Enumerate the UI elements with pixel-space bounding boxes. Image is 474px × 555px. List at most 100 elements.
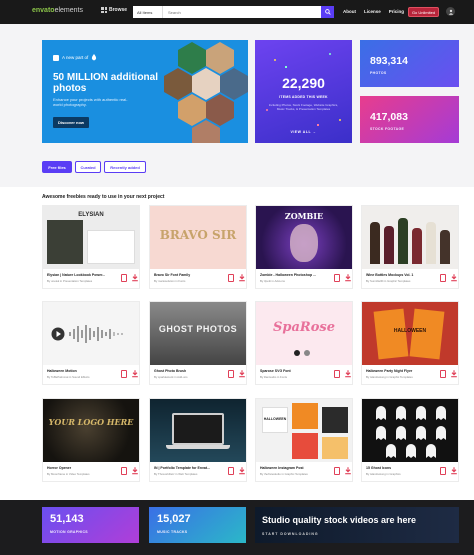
search-button[interactable] <box>321 6 334 18</box>
item-author: By mariosolution in Fonts <box>154 279 186 283</box>
section-title: Awesome freebies ready to use in your ne… <box>42 194 165 200</box>
download-icon[interactable] <box>450 273 458 282</box>
bookmark-icon[interactable] <box>440 467 446 475</box>
tab-recently-added[interactable]: Recently added <box>104 161 146 173</box>
brand-suffix: elements <box>54 7 83 14</box>
photos-count: 893,314 <box>370 55 408 67</box>
items-added-description: Including Photos, Stock Footage, Website… <box>268 103 339 111</box>
start-downloading-link[interactable]: START DOWNLOADING <box>262 532 319 536</box>
item-thumbnail: ELYSIAN <box>43 206 139 269</box>
tab-curated-label: Curated <box>80 164 96 170</box>
bookmark-icon[interactable] <box>440 274 446 282</box>
bookmark-icon[interactable] <box>334 467 340 475</box>
hero-logo-text: A new part of <box>62 55 89 60</box>
bookmark-icon[interactable] <box>440 370 446 378</box>
download-icon[interactable] <box>450 466 458 475</box>
nav-license-link[interactable]: License <box>364 9 381 14</box>
music-tracks-stat-card[interactable]: 15,027 MUSIC TRACKS <box>149 507 246 543</box>
item-title: Elysian | Nature Lookbook Power... <box>47 273 106 277</box>
item-card[interactable]: BRAVO SIR Bravo Sir Font Family By mario… <box>149 205 247 289</box>
tab-curated[interactable]: Curated <box>75 161 101 173</box>
nav-pricing-link[interactable]: Pricing <box>389 9 404 14</box>
item-card[interactable]: IN | Portfolio Template for Envat... By … <box>149 398 247 482</box>
top-navigation-bar: envatoelements Browse All Items About Li… <box>0 0 474 24</box>
item-card[interactable]: HALLOWEEN Halloween Instagram Post By th… <box>255 398 353 482</box>
item-author: By islandsotong in Graphics <box>366 472 401 476</box>
item-card[interactable]: ELYSIAN Elysian | Nature Lookbook Power.… <box>42 205 140 289</box>
item-card[interactable]: SpaRose Sparose SVG Font By illanisudio … <box>255 301 353 385</box>
item-author: By thefrstestudio in Graphic Templates <box>260 472 308 476</box>
download-icon[interactable] <box>344 466 352 475</box>
bookmark-icon[interactable] <box>121 370 127 378</box>
category-select-value: All Items <box>137 9 153 15</box>
user-icon <box>448 9 453 15</box>
bookmark-icon[interactable] <box>121 467 127 475</box>
music-tracks-count: 15,027 <box>157 513 191 525</box>
bookmark-icon[interactable] <box>228 274 234 282</box>
download-icon[interactable] <box>450 369 458 378</box>
item-card[interactable]: Halloween Motion By ToBePalmmat in Sound… <box>42 301 140 385</box>
category-select[interactable]: All Items <box>133 6 163 18</box>
search-input[interactable] <box>163 6 321 18</box>
item-author: By ToBePalmmat in Sound Effects <box>47 375 90 379</box>
stock-footage-count: 417,083 <box>370 111 408 123</box>
thumbnail-text: GHOST PHOTOS <box>158 324 238 334</box>
bookmark-icon[interactable] <box>228 370 234 378</box>
discover-now-button[interactable]: Discover now <box>53 117 89 128</box>
item-card[interactable]: Wine Bottles Mockups Vol. 1 By SunnDelRi… <box>361 205 459 289</box>
search-bar: All Items <box>133 6 334 18</box>
discover-now-label: Discover now <box>57 120 84 125</box>
drop-icon <box>92 54 97 61</box>
nav-about-link[interactable]: About <box>343 9 356 14</box>
user-account-button[interactable] <box>446 7 455 16</box>
download-icon[interactable] <box>131 369 139 378</box>
stock-footage-caption: STOCK FOOTAGE <box>370 127 405 131</box>
thumbnail-text: HALLOWEEN <box>393 328 427 334</box>
download-icon[interactable] <box>131 273 139 282</box>
thumbnail-text: YOUR LOGO HERE <box>48 417 134 427</box>
item-author: By illanisudio in Fonts <box>260 375 288 379</box>
download-icon[interactable] <box>238 273 246 282</box>
item-author: By Moonframe in Video Templates <box>47 472 90 476</box>
download-icon[interactable] <box>344 273 352 282</box>
browse-label: Browse <box>109 7 128 13</box>
item-card[interactable]: HALLOWEEN Halloween Party Night Flyer By… <box>361 301 459 385</box>
promo-title: Studio quality stock videos are here <box>262 515 417 525</box>
item-thumbnail: YOUR LOGO HERE <box>43 399 139 462</box>
item-title: Halloween Motion <box>47 369 77 373</box>
item-card[interactable]: 15 Ghost Icons By islandsotong in Graphi… <box>361 398 459 482</box>
photos-stat-card[interactable]: 893,314 PHOTOS <box>360 40 459 87</box>
bookmark-icon[interactable] <box>228 467 234 475</box>
item-card[interactable]: YOUR LOGO HERE Horror Opener By Moonfram… <box>42 398 140 482</box>
stock-footage-stat-card[interactable]: 417,083 STOCK FOOTAGE <box>360 96 459 143</box>
item-card[interactable]: ZOMBIE Zombie - Halloween Photoshop ... … <box>255 205 353 289</box>
item-thumbnail: BRAVO SIR <box>150 206 246 269</box>
view-all-link[interactable]: VIEW ALL → <box>255 130 352 134</box>
bookmark-icon[interactable] <box>334 370 340 378</box>
go-unlimited-button[interactable]: Go Unlimited <box>408 7 439 17</box>
download-icon[interactable] <box>344 369 352 378</box>
browse-menu-button[interactable]: Browse <box>101 7 127 13</box>
download-icon[interactable] <box>238 466 246 475</box>
item-thumbnail: HALLOWEEN <box>362 302 458 365</box>
download-icon[interactable] <box>238 369 246 378</box>
thumbnail-text: BRAVO SIR <box>159 228 237 242</box>
item-title: 15 Ghost Icons <box>366 466 392 470</box>
item-card[interactable]: GHOST PHOTOS Ghost Photo Brush By sparkl… <box>149 301 247 385</box>
weekly-items-banner[interactable]: 22,290 ITEMS ADDED THIS WEEK Including P… <box>255 40 352 143</box>
tab-free-files[interactable]: Free files <box>42 161 72 173</box>
hero-photos-banner[interactable]: A new part of 50 MILLION additional phot… <box>42 40 248 143</box>
envato-elements-logo[interactable]: envatoelements <box>32 7 83 14</box>
item-title: Horror Opener <box>47 466 72 470</box>
download-icon[interactable] <box>131 466 139 475</box>
motion-graphics-stat-card[interactable]: 51,143 MOTION GRAPHICS <box>42 507 139 543</box>
item-author: By 3petti in Add-ons <box>260 279 285 283</box>
item-title: Sparose SVG Font <box>260 369 291 373</box>
bookmark-icon[interactable] <box>334 274 340 282</box>
go-unlimited-label: Go Unlimited <box>411 9 436 15</box>
items-added-caption: ITEMS ADDED THIS WEEK <box>279 95 328 99</box>
item-author: By TheworkDetz in Web Templates <box>154 472 198 476</box>
stock-video-promo-banner[interactable]: Studio quality stock videos are here STA… <box>255 507 459 543</box>
item-title: Zombie - Halloween Photoshop ... <box>260 273 317 277</box>
bookmark-icon[interactable] <box>121 274 127 282</box>
